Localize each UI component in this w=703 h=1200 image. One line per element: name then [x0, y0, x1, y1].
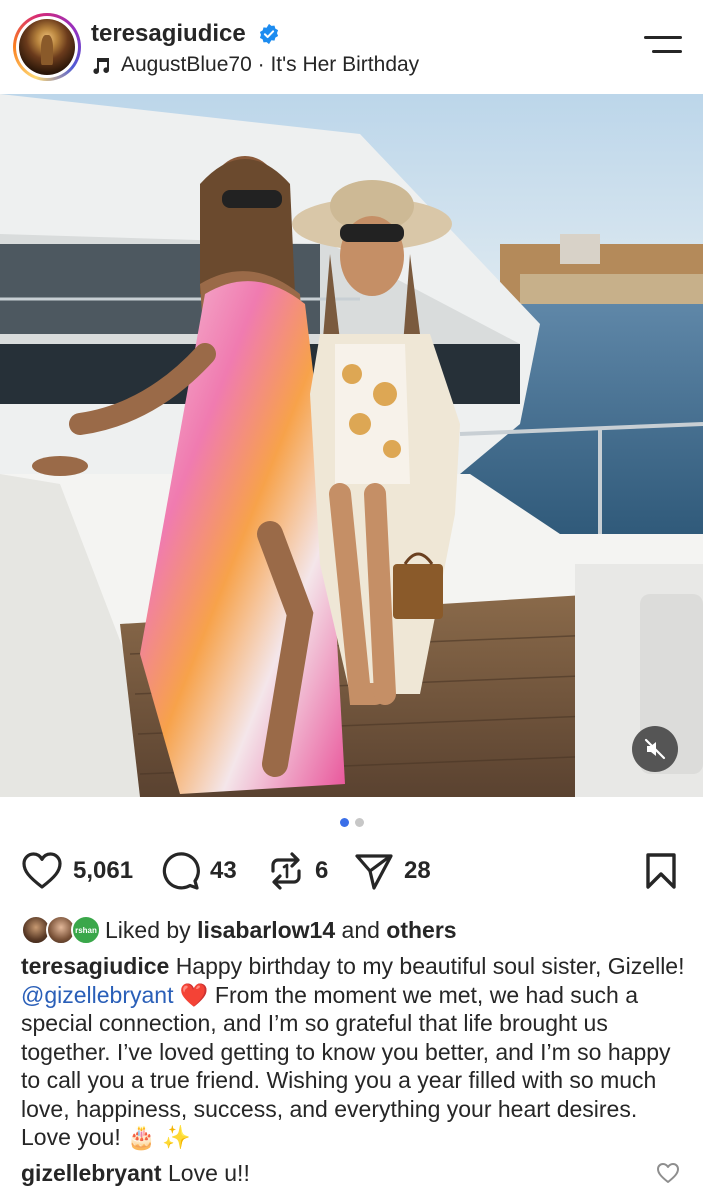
comment-icon — [162, 852, 200, 890]
avatar-border — [16, 16, 78, 78]
post-image[interactable] — [0, 94, 703, 797]
liked-by-avatars: rshan — [21, 913, 101, 947]
music-note-icon — [93, 58, 109, 74]
liker-avatar-3: rshan — [71, 915, 101, 945]
share-action[interactable]: 28 — [354, 848, 431, 894]
comment-like-heart-icon[interactable] — [656, 1162, 680, 1184]
verified-badge-icon — [259, 23, 279, 45]
caption-text-1: Happy birthday to my beautiful soul sist… — [175, 953, 685, 979]
send-icon — [355, 854, 393, 890]
audio-track[interactable]: AugustBlue70 · It's Her Birthday — [91, 53, 419, 77]
caption-heart-emoji: ❤️ — [179, 981, 209, 1008]
liked-by-others[interactable]: others — [386, 917, 456, 943]
avatar-image — [19, 19, 75, 75]
post-header: teresagiudice AugustBlue70 · It's Her Bi… — [0, 0, 703, 94]
menu-icon[interactable] — [644, 33, 682, 55]
audio-separator: · — [251, 53, 271, 76]
top-comment: gizellebryant Love u!! — [21, 1160, 641, 1187]
carousel-dot-2 — [354, 818, 364, 827]
save-action[interactable] — [645, 848, 677, 894]
likes-count[interactable]: 5,061 — [73, 857, 133, 885]
repost-icon — [271, 852, 301, 890]
liked-by-joiner: and — [341, 916, 380, 943]
shares-count: 28 — [404, 857, 431, 884]
action-bar: 5,061 43 6 28 — [0, 848, 703, 894]
audio-artist: AugustBlue70 — [121, 53, 252, 76]
post-username[interactable]: teresagiudice — [91, 20, 246, 48]
like-action[interactable]: 5,061 — [21, 848, 133, 894]
mute-button[interactable] — [632, 726, 678, 772]
reposts-count: 6 — [315, 857, 329, 884]
audio-title: It's Her Birthday — [270, 53, 420, 76]
carousel-indicator — [0, 818, 703, 827]
comment-action[interactable]: 43 — [160, 848, 237, 894]
comment-text: Love u!! — [168, 1160, 250, 1186]
muted-speaker-icon — [644, 738, 666, 760]
carousel-dot-1 — [339, 818, 349, 827]
liked-by-row[interactable]: rshan Liked by lisabarlow14 and others — [21, 912, 457, 948]
post-caption: teresagiudice Happy birthday to my beaut… — [21, 952, 691, 1152]
comment-username[interactable]: gizellebryant — [21, 1160, 162, 1186]
caption-mention[interactable]: @gizellebryant — [21, 982, 173, 1008]
repost-action[interactable]: 6 — [267, 848, 328, 894]
liked-by-user[interactable]: lisabarlow14 — [197, 917, 335, 943]
caption-emojis: 🎂 ✨ — [127, 1124, 191, 1150]
liked-by-text: Liked by lisabarlow14 and others — [105, 917, 457, 944]
profile-avatar[interactable] — [13, 13, 81, 81]
liked-by-prefix: Liked by — [105, 916, 191, 943]
post-photo-illustration — [0, 94, 703, 797]
caption-username[interactable]: teresagiudice — [21, 953, 169, 979]
bookmark-icon — [646, 853, 676, 889]
heart-icon — [22, 852, 62, 889]
comments-count: 43 — [210, 857, 237, 884]
